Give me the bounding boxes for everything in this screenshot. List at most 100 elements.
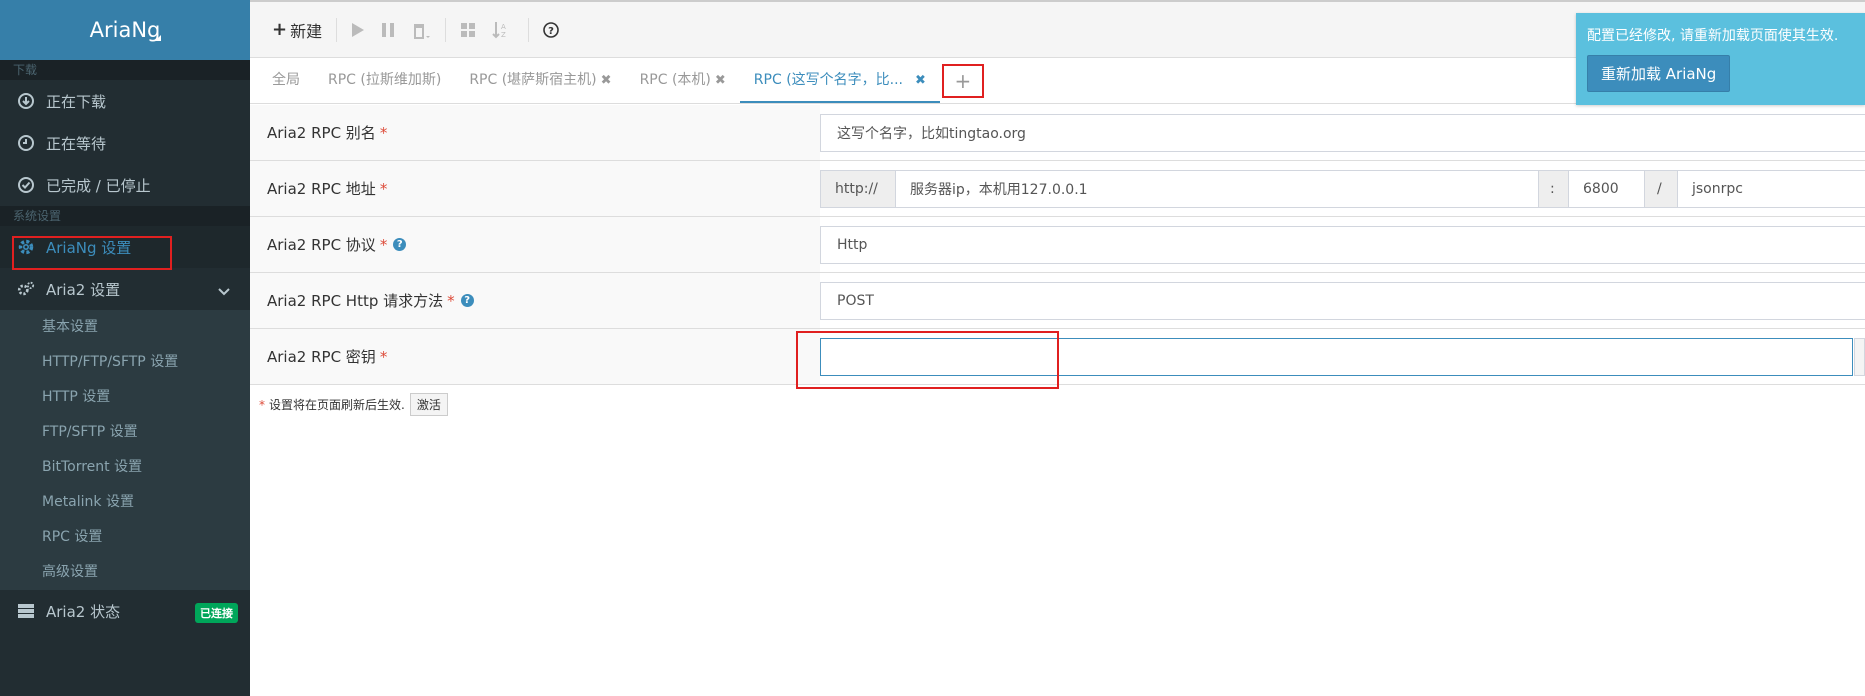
label-text: Aria2 RPC Http 请求方法	[267, 292, 444, 310]
rpc-alias-label: Aria2 RPC 别名 *	[250, 105, 820, 160]
row-rpc-secret: Aria2 RPC 密钥 *	[250, 329, 1865, 385]
add-rpc-tab-button[interactable]: +	[941, 64, 984, 98]
check-circle-icon	[17, 176, 35, 194]
rpc-http-method-select[interactable]: POST	[820, 282, 1865, 320]
rpc-address-label: Aria2 RPC 地址 *	[250, 161, 820, 216]
sidebar-subitem-http-ftp-sftp[interactable]: HTTP/FTP/SFTP 设置	[0, 345, 250, 380]
address-host-input[interactable]: 服务器ip，本机用127.0.0.1	[896, 171, 1539, 207]
toolbar-divider	[336, 17, 338, 42]
close-icon[interactable]: ✖	[601, 73, 612, 88]
tab-global[interactable]: 全局	[258, 58, 314, 103]
toolbar-divider	[445, 17, 447, 42]
address-colon: :	[1539, 171, 1569, 207]
sidebar-item-waiting[interactable]: 正在等待	[0, 122, 250, 164]
sidebar: AriaNg 下载 正在下载 正在等待 已完成 / 已停止 系统设置 AriaN…	[0, 0, 250, 696]
play-icon	[352, 22, 365, 37]
rpc-alias-input[interactable]: 这写个名字，比如tingtao.org	[820, 114, 1865, 152]
close-icon[interactable]: ✖	[715, 73, 726, 88]
status-badge: 已连接	[195, 603, 238, 623]
delete-button[interactable]	[403, 15, 439, 45]
reload-notification: 配置已经修改, 请重新加载页面使其生效. 重新加载 AriaNg	[1576, 13, 1865, 105]
rpc-protocol-select[interactable]: Http	[820, 226, 1865, 264]
pause-button[interactable]	[373, 15, 403, 45]
note-text: 设置将在页面刷新后生效.	[269, 398, 405, 412]
help-button[interactable]: ?	[535, 15, 567, 45]
brand[interactable]: AriaNg	[0, 0, 250, 60]
sidebar-subitem-http[interactable]: HTTP 设置	[0, 380, 250, 415]
pause-icon	[382, 22, 395, 37]
help-icon[interactable]: ?	[393, 238, 407, 251]
label-text: Aria2 RPC 协议	[267, 236, 376, 254]
activate-button[interactable]: 激活	[409, 393, 448, 416]
row-rpc-protocol: Aria2 RPC 协议 *? Http	[250, 217, 1865, 273]
toggle-secret-visibility-button[interactable]	[1854, 338, 1865, 376]
caret-icon	[155, 35, 161, 41]
sidebar-subitem-basic[interactable]: 基本设置	[0, 310, 250, 345]
sidebar-item-label: AriaNg 设置	[46, 238, 132, 257]
rpc-settings-form: Aria2 RPC 别名 * 这写个名字，比如tingtao.org Aria2 …	[250, 105, 1865, 385]
label-text: Aria2 RPC 密钥	[267, 348, 376, 366]
start-button[interactable]	[343, 15, 373, 45]
display-mode-button[interactable]	[452, 15, 484, 45]
gears-icon	[17, 280, 35, 298]
tab-rpc-las-vegas[interactable]: RPC (拉斯维加斯)	[314, 58, 455, 103]
address-scheme-select[interactable]: http://	[821, 171, 896, 207]
sidebar-subitem-ftp-sftp[interactable]: FTP/SFTP 设置	[0, 415, 250, 450]
sidebar-subitem-advanced[interactable]: 高级设置	[0, 555, 250, 590]
toolbar-divider	[528, 17, 530, 42]
trash-icon	[414, 23, 431, 39]
label-text: Aria2 RPC 别名	[267, 124, 376, 142]
tab-label: RPC (拉斯维加斯)	[328, 72, 442, 88]
label-text: Aria2 RPC 地址	[267, 180, 376, 198]
server-icon	[17, 602, 35, 620]
sidebar-item-label: Aria2 状态	[46, 602, 121, 621]
section-title-download: 下载	[0, 60, 250, 80]
svg-text:Z: Z	[501, 31, 506, 39]
chevron-down-icon	[218, 283, 230, 301]
required-mark: *	[379, 347, 388, 366]
help-icon[interactable]: ?	[460, 294, 474, 307]
row-rpc-alias: Aria2 RPC 别名 * 这写个名字，比如tingtao.org	[250, 105, 1865, 161]
sidebar-item-aria2-status[interactable]: Aria2 状态 已连接	[0, 590, 250, 632]
sidebar-item-aria2-settings[interactable]: Aria2 设置	[0, 268, 250, 310]
address-port-input[interactable]: 6800	[1569, 171, 1645, 207]
select-value: POST	[837, 293, 874, 309]
svg-text:A: A	[501, 23, 506, 31]
sidebar-item-ariang-settings[interactable]: AriaNg 设置	[0, 226, 250, 268]
sidebar-subitem-bittorrent[interactable]: BitTorrent 设置	[0, 450, 250, 485]
rpc-secret-input[interactable]	[820, 338, 1853, 376]
required-mark: *	[379, 179, 388, 198]
sidebar-subitem-metalink[interactable]: Metalink 设置	[0, 485, 250, 520]
sidebar-item-stopped[interactable]: 已完成 / 已停止	[0, 164, 250, 206]
tab-rpc-current[interactable]: RPC (这写个名字，比... ✖	[739, 58, 940, 103]
address-slash: /	[1645, 171, 1678, 207]
required-mark: *	[447, 291, 455, 310]
settings-note: * 设置将在页面刷新后生效. 激活	[259, 393, 448, 416]
sort-alpha-icon: AZ	[492, 21, 506, 39]
rpc-secret-label: Aria2 RPC 密钥 *	[250, 329, 820, 384]
new-task-button[interactable]: + 新建	[264, 15, 330, 45]
reload-ariang-button[interactable]: 重新加载 AriaNg	[1587, 55, 1731, 92]
sidebar-item-label: 正在等待	[46, 134, 107, 153]
close-icon[interactable]: ✖	[915, 73, 926, 88]
section-title-settings: 系统设置	[0, 206, 250, 226]
gear-icon	[17, 238, 35, 256]
row-rpc-http-method: Aria2 RPC Http 请求方法 *? POST	[250, 273, 1865, 329]
required-mark: *	[259, 397, 265, 412]
rpc-http-method-label: Aria2 RPC Http 请求方法 *?	[250, 273, 820, 328]
sidebar-subitem-rpc[interactable]: RPC 设置	[0, 520, 250, 555]
tab-label: RPC (本机)	[639, 72, 711, 88]
svg-text:?: ?	[548, 26, 554, 37]
tab-rpc-local[interactable]: RPC (本机) ✖	[626, 58, 740, 103]
clock-icon	[17, 134, 35, 152]
tab-rpc-kansas[interactable]: RPC (堪萨斯宿主机) ✖	[455, 58, 625, 103]
sidebar-item-downloading[interactable]: 正在下载	[0, 80, 250, 122]
required-mark: *	[379, 235, 388, 254]
aria2-settings-submenu: 基本设置 HTTP/FTP/SFTP 设置 HTTP 设置 FTP/SFTP 设…	[0, 310, 250, 590]
sort-button[interactable]: AZ	[484, 15, 522, 45]
question-circle-icon: ?	[543, 21, 559, 38]
sidebar-item-label: Aria2 设置	[46, 280, 121, 299]
notification-message: 配置已经修改, 请重新加载页面使其生效.	[1587, 28, 1839, 44]
app-title: AriaNg	[89, 18, 161, 42]
address-path-input[interactable]: jsonrpc	[1678, 171, 1865, 207]
